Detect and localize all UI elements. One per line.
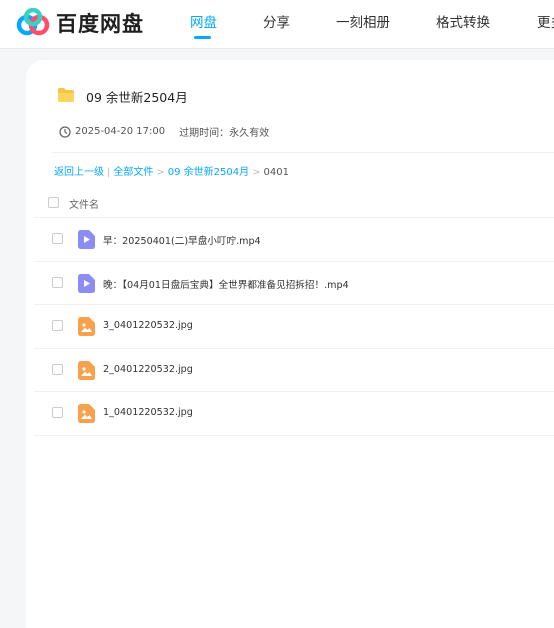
file-name[interactable]: 3_0401220532.jpg <box>103 320 193 331</box>
select-all-checkbox[interactable] <box>48 197 59 208</box>
clock-icon <box>59 125 71 138</box>
file-name[interactable]: 早：20250401(二)早盘小叮咛.mp4 <box>103 233 261 247</box>
video-icon <box>78 273 95 293</box>
breadcrumb-folder[interactable]: 09 余世新2504月 <box>168 167 249 178</box>
share-meta: 2025-04-20 17:00 过期时间：永久有效 <box>59 124 269 139</box>
back-link[interactable]: 返回上一级 <box>54 167 104 178</box>
row-checkbox[interactable] <box>52 407 63 418</box>
file-row[interactable]: 1_0401220532.jpg <box>34 392 554 436</box>
column-header-filename[interactable]: 文件名 <box>69 196 99 211</box>
row-checkbox[interactable] <box>52 233 63 244</box>
share-folder-title: 09 余世新2504月 <box>86 90 188 105</box>
video-icon <box>78 230 95 249</box>
breadcrumb-all-files[interactable]: 全部文件 <box>113 167 153 178</box>
file-row[interactable]: 晚：【04月01日盘后宝典】全世界都准备见招拆招！.mp4 <box>34 262 554 305</box>
folder-icon <box>58 88 74 102</box>
image-icon <box>78 317 95 336</box>
file-list: 早：20250401(二)早盘小叮咛.mp4 晚：【04月01日盘后宝典】全世界… <box>34 218 554 436</box>
nav-share[interactable]: 分享 <box>263 11 290 31</box>
nav-active-indicator <box>194 36 211 39</box>
nav-netdisk[interactable]: 网盘 <box>190 11 217 31</box>
file-row[interactable]: 3_0401220532.jpg <box>34 305 554 349</box>
row-checkbox[interactable] <box>52 320 63 331</box>
file-name[interactable]: 1_0401220532.jpg <box>103 407 193 418</box>
file-row[interactable]: 2_0401220532.jpg <box>34 349 554 392</box>
breadcrumb-divider: | <box>107 167 111 178</box>
main-nav: 网盘 分享 一刻相册 格式转换 更多 <box>0 0 554 48</box>
nav-more[interactable]: 更多 <box>537 11 554 31</box>
breadcrumb-arrow: > <box>252 167 261 178</box>
file-name[interactable]: 2_0401220532.jpg <box>103 364 193 375</box>
share-date: 2025-04-20 17:00 <box>75 126 166 137</box>
breadcrumb-arrow: > <box>156 167 165 178</box>
file-row[interactable]: 早：20250401(二)早盘小叮咛.mp4 <box>34 218 554 262</box>
nav-moment-album[interactable]: 一刻相册 <box>336 11 390 31</box>
file-name[interactable]: 晚：【04月01日盘后宝典】全世界都准备见招拆招！.mp4 <box>103 277 349 291</box>
breadcrumb: 返回上一级 | 全部文件 >09 余世新2504月 >0401 <box>54 163 289 178</box>
image-icon <box>78 404 95 423</box>
image-icon <box>78 360 95 380</box>
breadcrumb-current: 0401 <box>263 167 289 178</box>
top-header: 百度网盘 网盘 分享 一刻相册 格式转换 更多 <box>0 0 554 48</box>
row-checkbox[interactable] <box>52 276 63 288</box>
table-header: 文件名 <box>34 188 554 218</box>
expire-info: 过期时间：永久有效 <box>179 128 270 139</box>
row-checkbox[interactable] <box>52 363 63 375</box>
divider <box>52 152 554 153</box>
nav-format-convert[interactable]: 格式转换 <box>436 11 490 31</box>
